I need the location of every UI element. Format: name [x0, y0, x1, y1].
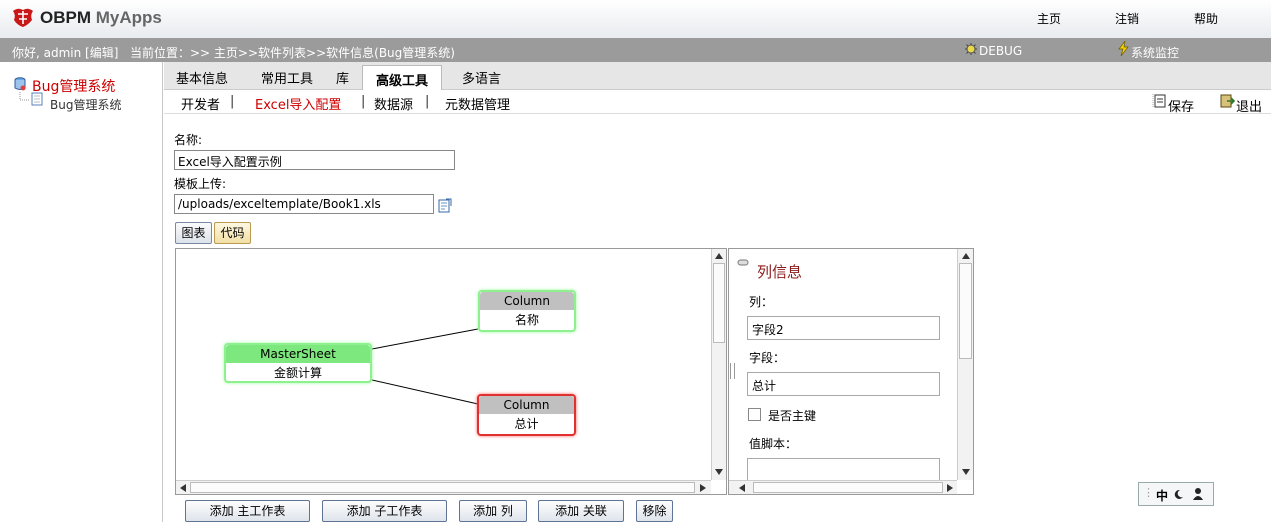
upload-input[interactable]: /uploads/exceltemplate/Book1.xls	[174, 194, 434, 214]
ime-toolbar[interactable]: ⋮ 中	[1138, 482, 1214, 506]
column-node-header: Column	[480, 292, 574, 310]
scroll-down-icon[interactable]	[715, 469, 723, 475]
upload-label: 模板上传:	[174, 177, 227, 191]
column-input[interactable]: 字段2	[747, 316, 940, 340]
primary-key-checkbox[interactable]	[748, 408, 761, 421]
scroll-thumb[interactable]	[713, 263, 725, 343]
user-icon[interactable]	[1192, 487, 1204, 501]
script-input[interactable]	[747, 458, 940, 482]
name-label: 名称:	[174, 133, 203, 147]
panel-title: 列信息	[757, 263, 803, 281]
logo-icon	[13, 8, 33, 27]
scroll-right-icon[interactable]	[947, 484, 953, 492]
breadcrumb: 当前位置：>> 主页>>软件列表>>软件信息(Bug管理系统)	[130, 46, 455, 60]
moon-icon[interactable]	[1174, 489, 1184, 500]
database-icon	[14, 77, 26, 91]
tree-child-node[interactable]: Bug管理系统	[50, 96, 121, 113]
subtab-separator: |	[425, 94, 430, 109]
canvas-horizontal-scrollbar[interactable]	[176, 480, 711, 494]
column-info-panel: 列信息 列： 字段2 字段： 总计 是否主键 值脚本：	[728, 248, 974, 495]
subtab-separator: |	[230, 94, 235, 109]
tab-common-tools[interactable]: 常用工具	[261, 68, 313, 87]
panel-vertical-scrollbar[interactable]	[957, 249, 973, 480]
status-bar: 你好, admin [编辑] 当前位置：>> 主页>>软件列表>>软件信息(Bu…	[0, 38, 1271, 62]
debug-icon	[965, 43, 977, 55]
column-node-total[interactable]: Column 总计	[477, 394, 576, 436]
panel-horizontal-scrollbar[interactable]	[729, 480, 957, 494]
add-main-sheet-button[interactable]: 添加 主工作表	[185, 500, 310, 522]
logo-sub-text: MyApps	[95, 8, 162, 27]
primary-key-label: 是否主键	[768, 409, 817, 423]
scroll-left-icon[interactable]	[180, 484, 186, 492]
column-node-body: 总计	[514, 417, 539, 431]
subtab-metadata[interactable]: 元数据管理	[445, 94, 510, 113]
sidebar-tree: Bug管理系统 Bug管理系统	[0, 62, 163, 522]
canvas-vertical-scrollbar[interactable]	[711, 249, 726, 480]
logo-main-text: OBPM	[40, 8, 91, 27]
subtab-separator: |	[361, 94, 366, 109]
subtab-excel-import[interactable]: Excel导入配置	[255, 94, 341, 113]
chart-view-button[interactable]: 图表	[175, 222, 212, 244]
top-header: OBPM MyApps 主页 注销 帮助	[0, 0, 1271, 38]
column-node-name[interactable]: Column 名称	[478, 290, 576, 332]
add-column-button[interactable]: 添加 列	[459, 500, 527, 522]
remove-button[interactable]: 移除	[636, 500, 673, 522]
nav-help-link[interactable]: 帮助	[1194, 10, 1218, 27]
upload-icon[interactable]	[437, 197, 453, 213]
scroll-thumb[interactable]	[959, 263, 972, 359]
scroll-left-icon[interactable]	[739, 484, 745, 492]
master-sheet-body: 金额计算	[273, 366, 322, 380]
nav-home-link[interactable]: 主页	[1037, 10, 1061, 27]
scroll-thumb[interactable]	[753, 482, 943, 493]
tab-advanced-tools[interactable]: 高级工具	[362, 65, 443, 91]
exit-button[interactable]: 退出	[1236, 96, 1262, 115]
user-greeting[interactable]: 你好, admin [编辑]	[12, 44, 118, 61]
add-relation-button[interactable]: 添加 关联	[538, 500, 624, 522]
subtab-developer[interactable]: 开发者	[181, 94, 220, 113]
sub-tabs: 开发者 | Excel导入配置 | 数据源 | 元数据管理 保存 退出	[164, 90, 1271, 115]
app-logo: OBPM MyApps	[40, 8, 162, 28]
ime-grip-icon: ⋮	[1143, 486, 1154, 499]
column-node-header: Column	[479, 396, 574, 414]
lightning-icon	[1118, 41, 1129, 56]
tab-library[interactable]: 库	[336, 68, 349, 87]
scroll-up-icon[interactable]	[715, 253, 723, 259]
script-label: 值脚本：	[749, 437, 798, 451]
debug-link[interactable]: DEBUG	[979, 44, 1022, 58]
add-sub-sheet-button[interactable]: 添加 子工作表	[322, 500, 447, 522]
exit-icon	[1220, 94, 1235, 108]
master-sheet-node[interactable]: MasterSheet 金额计算	[224, 343, 372, 383]
scroll-up-icon[interactable]	[962, 253, 970, 259]
column-node-body: 名称	[514, 313, 539, 327]
save-icon	[1152, 94, 1166, 108]
tab-basic-info[interactable]: 基本信息	[176, 68, 228, 87]
nav-logout-link[interactable]: 注销	[1115, 10, 1139, 27]
scroll-right-icon[interactable]	[700, 484, 706, 492]
diagram-canvas[interactable]: MasterSheet 金额计算 Column 名称 Column 总计	[175, 248, 727, 495]
name-input[interactable]: Excel导入配置示例	[174, 150, 455, 170]
ime-lang-indicator[interactable]: 中	[1156, 487, 1168, 504]
tree-connector	[19, 92, 43, 106]
system-monitor-link[interactable]: 系统监控	[1131, 44, 1179, 61]
collapse-icon[interactable]	[737, 259, 749, 267]
save-button[interactable]: 保存	[1168, 96, 1194, 115]
splitter-handle[interactable]	[730, 363, 735, 379]
field-input[interactable]: 总计	[747, 372, 940, 396]
code-view-button[interactable]: 代码	[214, 222, 251, 244]
tab-multi-language[interactable]: 多语言	[462, 68, 501, 87]
scroll-down-icon[interactable]	[962, 469, 970, 475]
column-label: 列：	[749, 295, 774, 309]
subtab-datasource[interactable]: 数据源	[374, 94, 413, 113]
scroll-thumb[interactable]	[190, 482, 695, 493]
field-label: 字段：	[749, 351, 786, 365]
main-tabs: 基本信息 常用工具 库 高级工具 多语言	[164, 62, 1271, 91]
master-sheet-header: MasterSheet	[226, 345, 370, 363]
